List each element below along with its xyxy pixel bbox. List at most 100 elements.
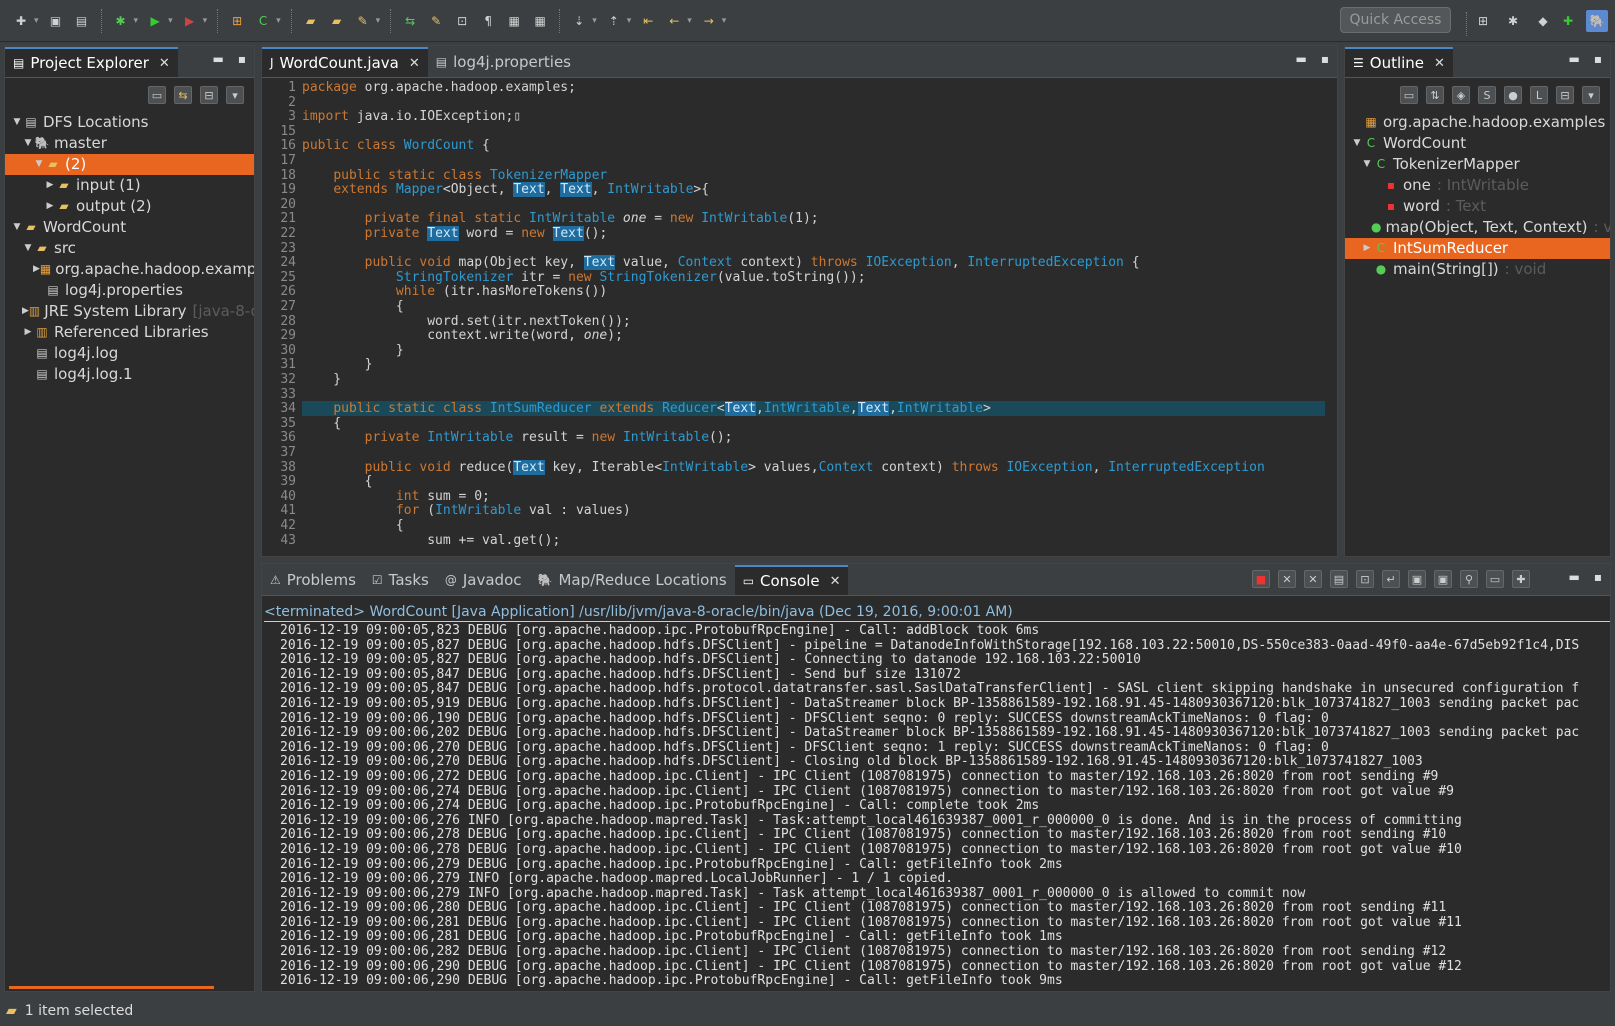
minimize-icon[interactable]: ▬ xyxy=(1569,52,1580,66)
link-icon[interactable]: ⊟ xyxy=(1556,86,1574,104)
tree-item[interactable]: ▼ ▰ (2) xyxy=(5,154,254,175)
back-dropdown-icon[interactable]: ▾ xyxy=(687,16,692,26)
word-wrap-icon[interactable]: ▦ xyxy=(505,12,523,30)
external-tools-dropdown-icon[interactable]: ▾ xyxy=(203,16,208,26)
new-class-dropdown-icon[interactable]: ▾ xyxy=(276,16,281,26)
show-whitespace-icon[interactable]: ¶ xyxy=(479,12,497,30)
filter-icon[interactable]: ⊟ xyxy=(200,86,218,104)
minimize-icon[interactable]: ▬ xyxy=(1296,52,1307,66)
remove-all-launches-icon[interactable]: ✕ xyxy=(1304,570,1322,588)
tree-item[interactable]: ▼ C TokenizerMapper xyxy=(1345,154,1610,175)
tab-outline[interactable]: ☰ Outline ✕ xyxy=(1345,47,1453,77)
run-dropdown-icon[interactable]: ▾ xyxy=(168,16,173,26)
tree-item[interactable]: ▤ log4j.log.1 xyxy=(5,364,254,385)
remove-launch-icon[interactable]: ✕ xyxy=(1278,570,1296,588)
minimize-icon[interactable]: ▬ xyxy=(1569,570,1580,584)
tree-item[interactable]: ▶▥JRE System Library [java-8-orac xyxy=(5,301,254,322)
back-icon[interactable]: ← xyxy=(665,12,683,30)
sort-icon[interactable]: ⇅ xyxy=(1426,86,1444,104)
mark-occurrences-icon[interactable]: ✎ xyxy=(427,12,445,30)
tree-item[interactable]: ▤ log4j.log xyxy=(5,343,254,364)
expand-right-icon[interactable]: ▶ xyxy=(1361,238,1373,259)
tab-problems[interactable]: ⚠ Problems xyxy=(262,565,364,595)
clear-console-icon[interactable]: ▤ xyxy=(1330,570,1348,588)
tree-item[interactable]: ▶ ▰ input (1) xyxy=(5,175,254,196)
new-java-package-icon[interactable]: ⊞ xyxy=(228,12,246,30)
java-perspective-icon[interactable]: ✚ xyxy=(1559,12,1577,30)
show-stdout-icon[interactable]: ▣ xyxy=(1408,570,1426,588)
next-annotation-dropdown-icon[interactable]: ▾ xyxy=(592,16,597,26)
tab-project-explorer[interactable]: ▤ Project Explorer ✕ xyxy=(5,47,178,77)
open-console-icon[interactable]: ✚ xyxy=(1512,570,1530,588)
maximize-icon[interactable]: ▪ xyxy=(1594,570,1602,584)
new-dropdown-icon[interactable]: ▾ xyxy=(34,16,39,26)
tree-item[interactable]: ▶ C IntSumReducer xyxy=(1345,238,1610,259)
hide-local-types-icon[interactable]: L xyxy=(1530,86,1548,104)
show-stderr-icon[interactable]: ▣ xyxy=(1434,570,1452,588)
toggle-breadcrumb-icon[interactable]: ⇆ xyxy=(401,12,419,30)
debug-perspective-icon[interactable]: ✱ xyxy=(1504,12,1522,30)
save-icon[interactable]: ▣ xyxy=(47,12,65,30)
search-dropdown-icon[interactable]: ▾ xyxy=(376,16,381,26)
previous-annotation-icon[interactable]: ⇡ xyxy=(605,12,623,30)
tree-item[interactable]: ▪ one: IntWritable xyxy=(1345,175,1610,196)
mapreduce-perspective-icon[interactable]: 🐘 xyxy=(1586,10,1608,32)
console-output[interactable]: 2016-12-19 09:00:05,823 DEBUG [org.apach… xyxy=(262,624,1610,991)
expand-right-icon[interactable]: ▶ xyxy=(22,301,29,322)
maximize-icon[interactable]: ▪ xyxy=(1594,52,1602,66)
code-area[interactable]: 1 package org.apache.hadoop.examples; 2 3 im… xyxy=(262,78,1337,556)
maximize-icon[interactable]: ▪ xyxy=(1321,52,1329,66)
tab-wordcount-java[interactable]: J WordCount.java ✕ xyxy=(262,47,428,77)
show-source-icon[interactable]: ▦ xyxy=(531,12,549,30)
close-icon[interactable]: ✕ xyxy=(830,574,841,589)
expand-down-icon[interactable]: ▼ xyxy=(1361,154,1373,175)
tree-item[interactable]: ▼ ▤ DFS Locations xyxy=(5,112,254,133)
hide-nonpublic-icon[interactable]: ● xyxy=(1504,86,1522,104)
new-icon[interactable]: ✚ xyxy=(12,12,30,30)
terminate-icon[interactable]: ■ xyxy=(1252,570,1270,588)
open-task-icon[interactable]: ▰ xyxy=(328,12,346,30)
tab-tasks[interactable]: ☑ Tasks xyxy=(364,565,437,595)
block-selection-icon[interactable]: ⊡ xyxy=(453,12,471,30)
tab-log4j-properties[interactable]: ▤ log4j.properties xyxy=(428,47,579,77)
next-annotation-icon[interactable]: ⇣ xyxy=(570,12,588,30)
view-menu-icon[interactable]: ▾ xyxy=(1582,86,1600,104)
tree-item[interactable]: ▪ word: Text xyxy=(1345,196,1610,217)
tree-item[interactable]: ▼ C WordCount xyxy=(1345,133,1610,154)
tab-map-reduce-locations[interactable]: 🐘 Map/Reduce Locations xyxy=(530,565,735,595)
expand-down-icon[interactable]: ▼ xyxy=(11,112,23,133)
tree-item[interactable]: ▶▦org.apache.hadoop.examples xyxy=(5,259,254,280)
debug-dropdown-icon[interactable]: ▾ xyxy=(134,16,139,26)
scroll-lock-icon[interactable]: ⊡ xyxy=(1356,570,1374,588)
hide-static-icon[interactable]: S xyxy=(1478,86,1496,104)
tree-item[interactable]: ▶ ▥ Referenced Libraries xyxy=(5,322,254,343)
previous-annotation-dropdown-icon[interactable]: ▾ xyxy=(627,16,632,26)
word-wrap-icon[interactable]: ↵ xyxy=(1382,570,1400,588)
hide-fields-icon[interactable]: ◈ xyxy=(1452,86,1470,104)
expand-right-icon[interactable]: ▶ xyxy=(44,175,56,196)
expand-right-icon[interactable]: ▶ xyxy=(44,196,56,217)
tree-item[interactable]: ▼ 🐘 master xyxy=(5,133,254,154)
tree-item[interactable]: ▤ log4j.properties xyxy=(5,280,254,301)
close-icon[interactable]: ✕ xyxy=(1434,56,1445,71)
forward-dropdown-icon[interactable]: ▾ xyxy=(722,16,727,26)
collapse-all-icon[interactable]: ▭ xyxy=(1400,86,1418,104)
expand-down-icon[interactable]: ▼ xyxy=(33,154,45,175)
pin-console-icon[interactable]: ⚲ xyxy=(1460,570,1478,588)
tree-item[interactable]: ▦ org.apache.hadoop.examples xyxy=(1345,112,1610,133)
tab-console[interactable]: ▭ Console ✕ xyxy=(734,565,849,595)
save-all-icon[interactable]: ▤ xyxy=(73,12,91,30)
quick-access-field[interactable]: Quick Access xyxy=(1340,7,1451,33)
horizontal-scrollbar[interactable] xyxy=(9,986,214,989)
expand-down-icon[interactable]: ▼ xyxy=(11,217,23,238)
debug-icon[interactable]: ✱ xyxy=(112,12,130,30)
tree-item[interactable]: ▼ ▰ WordCount xyxy=(5,217,254,238)
tree-item[interactable]: ● main(String[]): void xyxy=(1345,259,1610,280)
tab-javadoc[interactable]: @ Javadoc xyxy=(437,565,530,595)
open-type-icon[interactable]: ▰ xyxy=(302,12,320,30)
close-icon[interactable]: ✕ xyxy=(159,56,170,71)
external-tools-icon[interactable]: ▶ xyxy=(181,12,199,30)
tree-item[interactable]: ●map(Object, Text, Context): vo xyxy=(1345,217,1610,238)
minimize-icon[interactable]: ▬ xyxy=(213,52,224,66)
display-console-icon[interactable]: ▭ xyxy=(1486,570,1504,588)
